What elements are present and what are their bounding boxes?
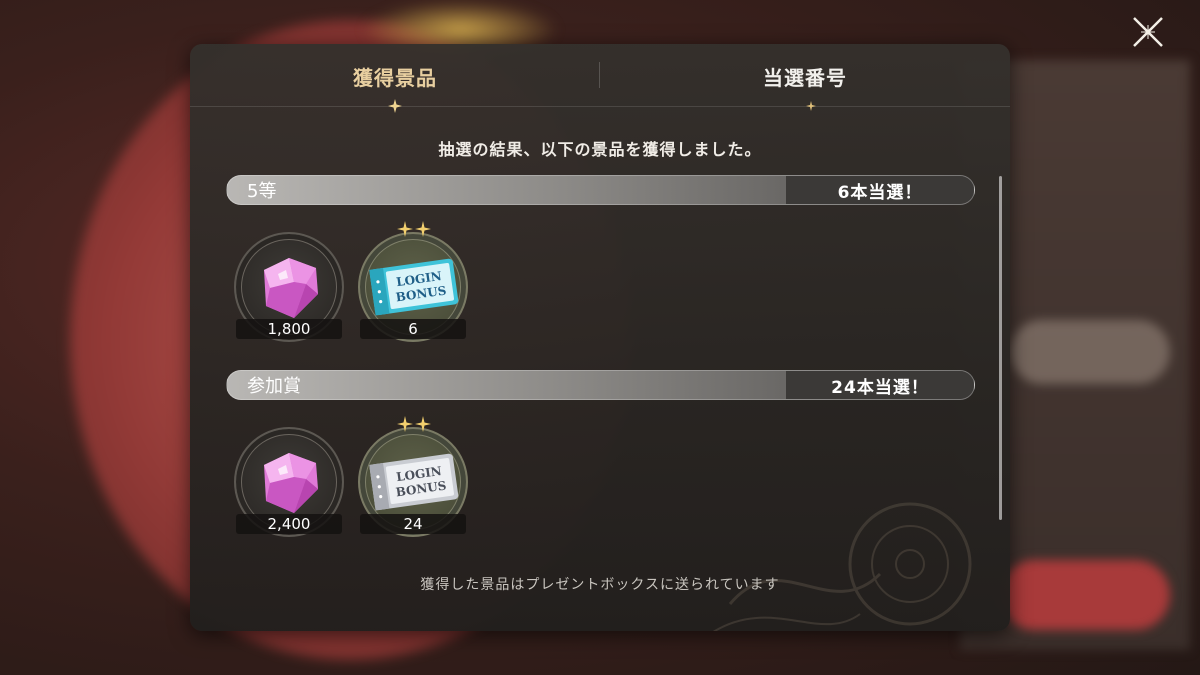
close-cross-icon (1133, 17, 1163, 47)
prize-item-gem[interactable]: 2,400 (234, 427, 344, 557)
lottery-result-modal: 獲得景品 当選番号 抽選の結果、以下の景品を獲得しました。 5等 6本当選！ 1… (190, 44, 1010, 631)
footer-message: 獲得した景品はプレゼントボックスに送られています (420, 577, 780, 593)
tier-header-participation-prize: 参加賞 24本当選！ (226, 370, 975, 400)
tier-win-count: 24本当選！ (786, 371, 974, 399)
item-quantity: 24 (360, 514, 466, 534)
prize-item-login-bonus-ticket[interactable]: LOGIN BONUS 24 (358, 416, 468, 557)
result-message: 抽選の結果、以下の景品を獲得しました。 (438, 140, 762, 159)
tier-win-count: 6本当選！ (786, 176, 974, 204)
tab-underline (190, 106, 1010, 107)
item-quantity: 6 (360, 319, 466, 339)
tab-bar: 獲得景品 当選番号 (190, 44, 1010, 113)
prize-item-gem[interactable]: 1,800 (234, 232, 344, 362)
tab-sparkle-icon (806, 101, 816, 111)
tier-name: 参加賞 (247, 376, 301, 397)
decorative-ornament (713, 502, 972, 631)
scrollbar[interactable] (999, 176, 1002, 520)
active-tab-sparkle-icon (388, 99, 402, 113)
item-quantity: 1,800 (236, 319, 342, 339)
tab-label: 当選番号 (763, 65, 847, 90)
close-button[interactable] (1128, 12, 1168, 52)
item-quantity: 2,400 (236, 514, 342, 534)
tab-label: 獲得景品 (353, 65, 437, 90)
prize-item-login-bonus-ticket[interactable]: LOGIN BONUS 6 (358, 221, 468, 362)
tier-header-5th-prize: 5等 6本当選！ (226, 175, 975, 205)
tab-divider (599, 62, 600, 88)
tier-name: 5等 (247, 181, 277, 202)
